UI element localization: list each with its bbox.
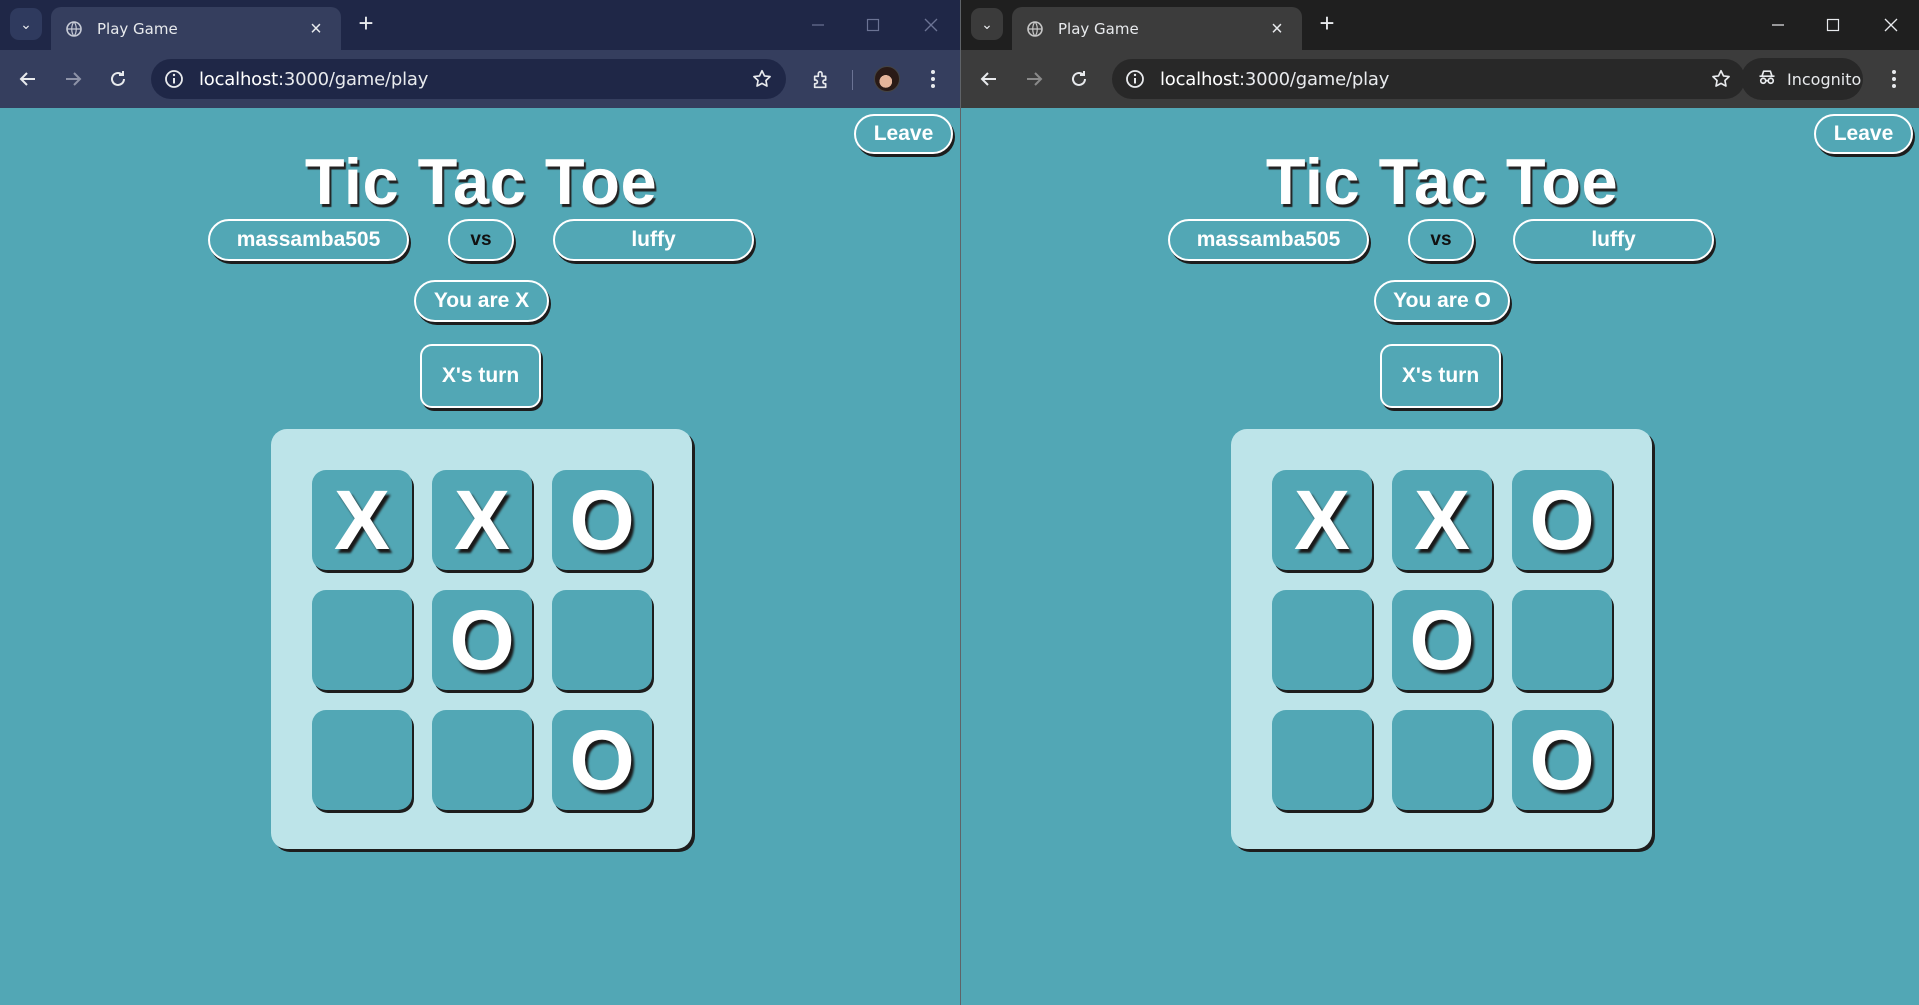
board-cell-2[interactable]: O [1512,470,1612,570]
minimize-button[interactable] [798,10,838,40]
browser-toolbar: localhost:3000/game/play Incognito [961,50,1919,108]
bookmark-star-icon[interactable] [1701,59,1741,99]
incognito-icon [1757,67,1777,91]
close-window-button[interactable] [911,10,951,40]
page-viewport: Leave Tic Tac Toe massamba505 vs luffy Y… [961,108,1919,1005]
turn-indicator: X's turn [1380,344,1501,408]
board-cell-1[interactable]: X [1392,470,1492,570]
title-bar: ⌄ Play Game × + [961,0,1919,50]
url-host: localhost [199,68,278,90]
page-viewport: Leave Tic Tac Toe massamba505 vs luffy Y… [0,108,960,1005]
board-cell-8[interactable]: O [1512,710,1612,810]
player-symbol-badge: You are X [414,280,549,322]
new-tab-button[interactable]: + [352,10,380,38]
board-cell-3[interactable] [312,590,412,690]
maximize-button[interactable] [1813,10,1853,40]
board-cell-8[interactable]: O [552,710,652,810]
board-cell-5[interactable] [552,590,652,690]
incognito-indicator[interactable]: Incognito [1741,58,1863,100]
more-vert-icon[interactable] [921,67,945,91]
new-tab-button[interactable]: + [1313,10,1341,38]
back-arrow-icon[interactable] [16,67,40,91]
title-bar: ⌄ Play Game × + [0,0,960,50]
tab-play-game[interactable]: Play Game × [51,7,341,50]
browser-toolbar: localhost:3000/game/play [0,50,960,108]
board-cell-7[interactable] [432,710,532,810]
game-board: X X O O O [1231,429,1652,849]
url-host: localhost [1160,68,1239,90]
vs-label: vs [448,219,514,261]
bookmark-star-icon[interactable] [742,59,782,99]
player-symbol-badge: You are O [1374,280,1510,322]
player2-name: luffy [553,219,754,261]
board-cell-5[interactable] [1512,590,1612,690]
game-title: Tic Tac Toe [304,145,658,218]
board-cell-0[interactable]: X [312,470,412,570]
close-window-button[interactable] [1871,10,1911,40]
minimize-button[interactable] [1758,10,1798,40]
board-cell-7[interactable] [1392,710,1492,810]
board-cell-2[interactable]: O [552,470,652,570]
url-text: localhost:3000/game/play [1160,69,1701,90]
board-cell-6[interactable] [312,710,412,810]
toolbar-divider [852,70,853,90]
address-bar[interactable]: localhost:3000/game/play [151,59,786,99]
browser-window-left: ⌄ Play Game × + localhost:3000/game/play… [0,0,960,1005]
board-cell-3[interactable] [1272,590,1372,690]
player1-name: massamba505 [1168,219,1369,261]
board-cell-4[interactable]: O [432,590,532,690]
forward-arrow-icon[interactable] [61,67,85,91]
vs-label: vs [1408,219,1474,261]
address-bar[interactable]: localhost:3000/game/play [1112,59,1745,99]
info-icon[interactable] [1124,68,1146,90]
profile-avatar[interactable] [874,66,900,92]
tab-title: Play Game [1058,19,1139,38]
reload-icon[interactable] [1067,67,1091,91]
board-cell-1[interactable]: X [432,470,532,570]
back-arrow-icon[interactable] [977,67,1001,91]
reload-icon[interactable] [106,67,130,91]
info-icon[interactable] [163,68,185,90]
tab-close-icon[interactable]: × [305,18,327,40]
maximize-button[interactable] [853,10,893,40]
url-text: localhost:3000/game/play [199,69,742,90]
board-cell-4[interactable]: O [1392,590,1492,690]
chevron-down-icon: ⌄ [20,15,32,32]
extensions-puzzle-icon[interactable] [809,67,835,93]
player2-name: luffy [1513,219,1714,261]
tab-search-button[interactable]: ⌄ [971,8,1003,40]
tab-search-button[interactable]: ⌄ [10,8,42,40]
forward-arrow-icon[interactable] [1022,67,1046,91]
url-path: :3000/game/play [278,68,429,90]
chevron-down-icon: ⌄ [981,15,993,32]
tab-play-game[interactable]: Play Game × [1012,7,1302,50]
url-path: :3000/game/play [1239,68,1390,90]
browser-window-right: ⌄ Play Game × + localhost:3000/game/play… [961,0,1919,1005]
globe-icon [1026,20,1044,38]
player1-name: massamba505 [208,219,409,261]
tab-close-icon[interactable]: × [1266,18,1288,40]
game-board: X X O O O [271,429,692,849]
turn-indicator: X's turn [420,344,541,408]
incognito-label: Incognito [1787,69,1862,89]
board-cell-0[interactable]: X [1272,470,1372,570]
tab-title: Play Game [97,19,178,38]
board-cell-6[interactable] [1272,710,1372,810]
globe-icon [65,20,83,38]
game-title: Tic Tac Toe [1265,145,1619,218]
more-vert-icon[interactable] [1882,67,1906,91]
